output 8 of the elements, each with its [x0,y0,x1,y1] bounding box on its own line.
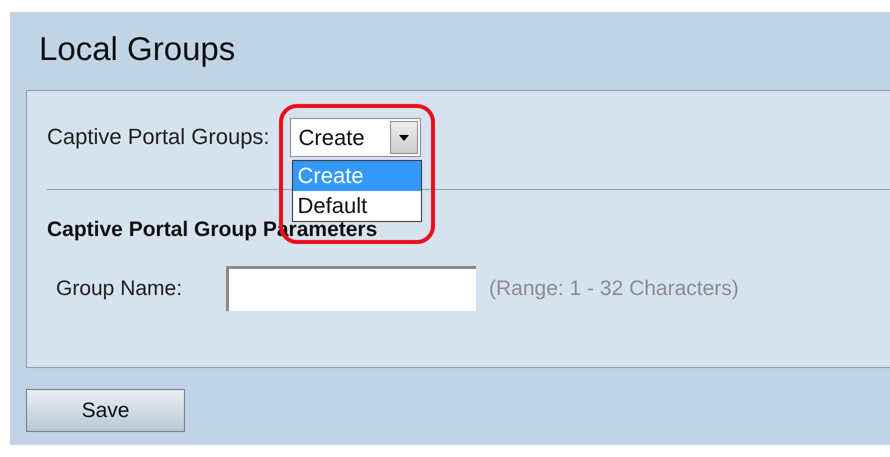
range-hint: (Range: 1 - 32 Characters) [489,276,739,300]
group-select[interactable]: Create [290,118,421,157]
field-label: Captive Portal Groups: [47,124,270,150]
save-button[interactable]: Save [26,389,185,432]
field-label: Group Name: [56,276,184,300]
group-name-input[interactable] [226,266,476,311]
page-title: Local Groups [38,29,236,69]
dropdown-option[interactable]: Default [292,191,421,221]
